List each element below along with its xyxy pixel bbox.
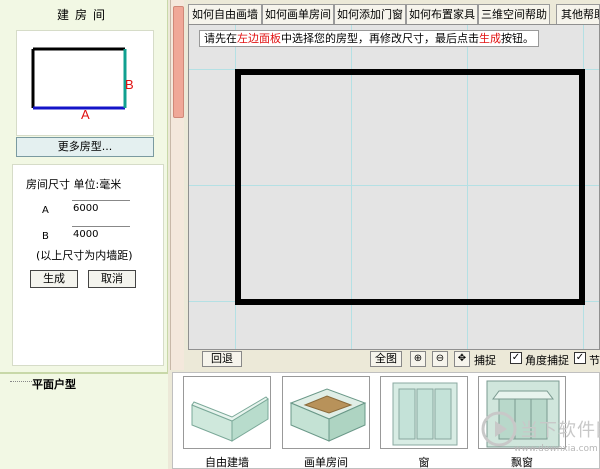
watermark-title: 当下软件园	[520, 420, 600, 441]
tab-door-window-help[interactable]: 如何添加门窗	[334, 4, 406, 24]
dimension-note: (以上尺寸为内墙距)	[36, 249, 133, 262]
field-a-label: A	[42, 205, 49, 216]
dimension-a-label: A	[81, 107, 90, 122]
node-checkbox[interactable]: ✓	[574, 352, 586, 364]
tab-3d-help[interactable]: 三维空间帮助	[478, 4, 550, 24]
tab-other-help[interactable]: 其他帮助	[556, 4, 600, 24]
room-type-preview[interactable]: B A	[16, 30, 154, 136]
window-icon	[392, 382, 458, 446]
more-room-types-button[interactable]: 更多房型...	[16, 137, 154, 157]
snap-label: 捕捉	[474, 354, 496, 367]
watermark-logo-icon	[481, 411, 517, 447]
single-room-icon	[289, 388, 367, 442]
instruction-text: 请先在	[204, 32, 237, 45]
free-wall-label: 自由建墙	[205, 456, 249, 469]
free-wall-icon	[191, 396, 269, 442]
dimension-panel	[12, 164, 164, 366]
undo-button[interactable]: 回退	[202, 351, 242, 367]
cancel-button[interactable]: 取消	[88, 270, 136, 288]
angle-snap-checkbox[interactable]: ✓	[510, 352, 522, 364]
dimension-b-label: B	[125, 77, 134, 92]
field-b-label: B	[42, 231, 49, 242]
instruction-banner: 请先在左边面板中选择您的房型，再修改尺寸，最后点击生成按钮。	[199, 30, 539, 47]
tree-connector	[10, 381, 32, 382]
pan-icon[interactable]: ✥	[454, 351, 470, 367]
watermark: 当下软件园 www.downxia.com	[480, 410, 600, 466]
generate-button[interactable]: 生成	[30, 270, 78, 288]
instruction-text: 按钮。	[501, 32, 534, 45]
window-component[interactable]	[380, 376, 468, 449]
instruction-text: 中选择您的房型，再修改尺寸，最后点击	[281, 32, 479, 45]
canvas-toolbar: 回退 全图 ⊕ ⊖ ✥ 捕捉 ✓ 角度捕捉 ✓ 节点	[188, 350, 600, 368]
zoom-in-icon[interactable]: ⊕	[410, 351, 426, 367]
watermark-url: www.downxia.com	[514, 444, 598, 454]
zoom-out-icon[interactable]: ⊖	[432, 351, 448, 367]
help-tab-bar: 如何自由画墙 如何画单房间 如何添加门窗 如何布置家具 三维空间帮助 其他帮助	[186, 4, 600, 24]
tab-furniture-help[interactable]: 如何布置家具	[406, 4, 478, 24]
floor-plan-section	[0, 372, 168, 469]
scrollbar-thumb[interactable]	[173, 6, 184, 118]
field-b-input[interactable]	[72, 226, 130, 242]
single-room-component[interactable]	[282, 376, 370, 449]
vertical-scrollbar[interactable]	[170, 0, 184, 370]
drawing-canvas[interactable]: 请先在左边面板中选择您的房型，再修改尺寸，最后点击生成按钮。	[188, 24, 600, 350]
tab-single-room-help[interactable]: 如何画单房间	[262, 4, 334, 24]
angle-snap-label: 角度捕捉	[525, 354, 569, 367]
fit-view-button[interactable]: 全图	[370, 351, 402, 367]
floor-plan-title[interactable]: 平面户型	[32, 376, 76, 392]
tab-free-wall-help[interactable]: 如何自由画墙	[188, 4, 262, 24]
free-wall-component[interactable]	[183, 376, 271, 449]
window-label: 窗	[418, 456, 430, 469]
instruction-highlight: 左边面板	[237, 32, 281, 45]
panel-title: 建房间	[56, 8, 111, 22]
single-room-label: 画单房间	[304, 456, 348, 469]
node-label: 节点	[589, 354, 600, 367]
dimension-title: 房间尺寸 单位:毫米	[26, 178, 122, 191]
field-a-input[interactable]	[72, 200, 130, 216]
instruction-highlight: 生成	[479, 32, 501, 45]
room-walls[interactable]	[235, 69, 585, 305]
